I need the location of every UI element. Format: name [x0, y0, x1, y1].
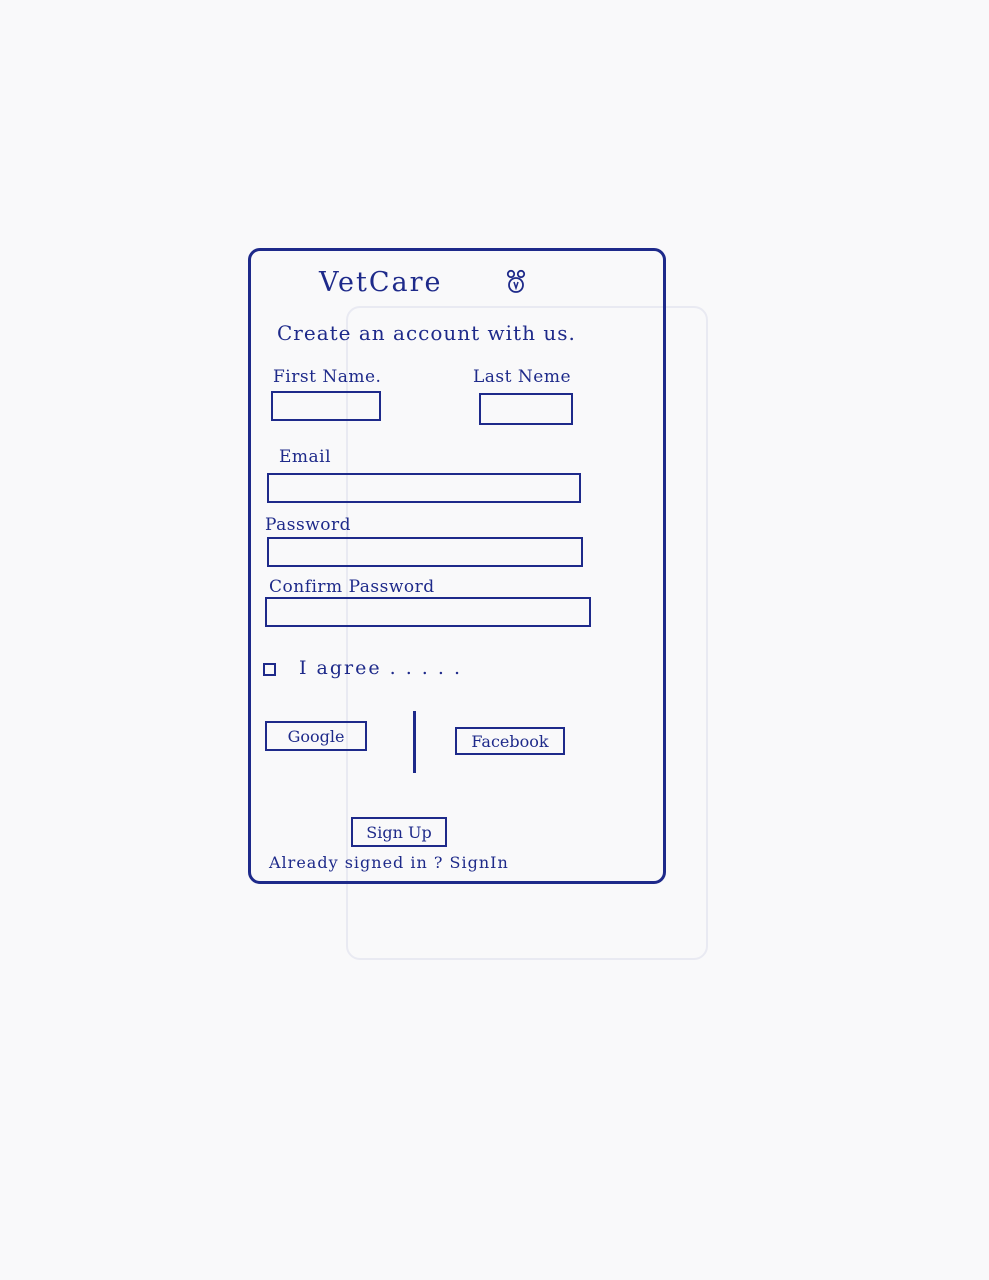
password-input[interactable]: [267, 537, 583, 567]
signin-link[interactable]: SignIn: [450, 853, 509, 872]
password-label: Password: [265, 515, 352, 535]
confirm-password-label: Confirm Password: [269, 577, 435, 597]
confirm-password-input[interactable]: [265, 597, 591, 627]
signin-prompt: Already signed in ? SignIn: [269, 853, 509, 872]
last-name-input[interactable]: [479, 393, 573, 425]
email-input[interactable]: [267, 473, 581, 503]
paw-icon: [506, 269, 526, 293]
app-title: VetCare: [319, 267, 443, 298]
form-heading: Create an account with us.: [277, 321, 576, 345]
signup-button[interactable]: Sign Up: [351, 817, 447, 847]
agree-label: I agree . . . . .: [299, 657, 463, 679]
signup-screen: VetCare Create an account with us. First…: [248, 248, 666, 884]
social-divider: [413, 711, 416, 773]
first-name-label: First Name.: [273, 367, 382, 387]
signed-in-text: Already signed in ?: [269, 853, 444, 872]
email-label: Email: [279, 447, 332, 467]
first-name-input[interactable]: [271, 391, 381, 421]
facebook-button[interactable]: Facebook: [455, 727, 565, 755]
last-name-label: Last Nеme: [473, 367, 571, 387]
google-button[interactable]: Google: [265, 721, 367, 751]
agree-checkbox[interactable]: [263, 663, 276, 676]
